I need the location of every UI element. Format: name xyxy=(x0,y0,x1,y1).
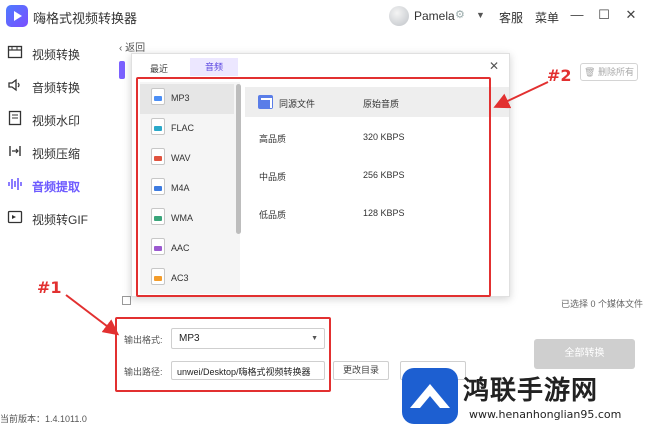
annotation-arrows xyxy=(65,81,549,336)
watermark-url: www.henanhonglian95.com xyxy=(469,408,622,421)
watermark-logo-icon xyxy=(402,368,458,424)
annotation-label-2: #2 xyxy=(547,66,572,85)
annotation-label-1: #1 xyxy=(37,278,62,297)
arrow-2 xyxy=(493,81,549,109)
watermark-title: 鸿联手游网 xyxy=(463,376,599,406)
arrow-1 xyxy=(65,294,120,336)
